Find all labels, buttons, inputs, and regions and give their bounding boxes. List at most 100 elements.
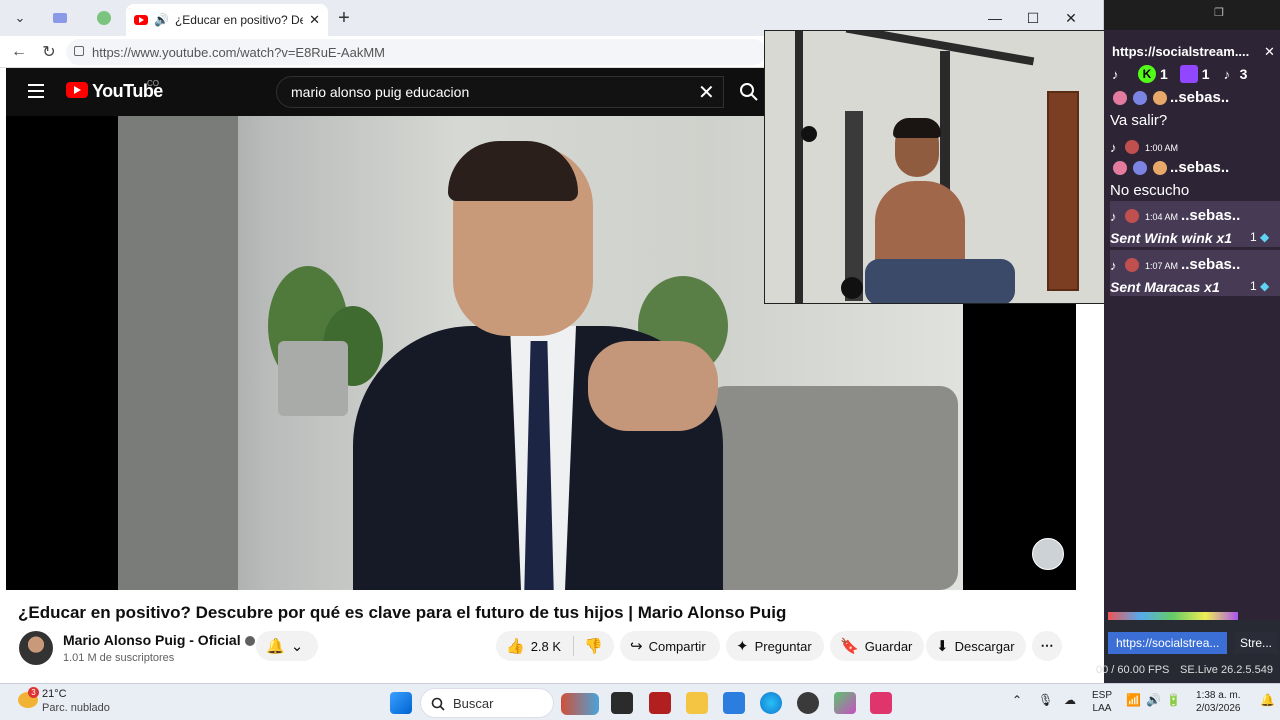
tiktok-icon: ♪ <box>1110 140 1117 156</box>
chevron-down-icon: ⌄ <box>290 637 304 655</box>
kick-count: 1 <box>1160 66 1168 82</box>
weather-temp[interactable]: 21°C <box>42 688 67 700</box>
weather-desc[interactable]: Parc. nublado <box>42 702 110 714</box>
like-count[interactable]: 2.8 K <box>531 639 561 654</box>
language-indicator[interactable]: ESP LAA <box>1092 689 1112 715</box>
gym-pulley-2 <box>841 277 863 299</box>
lock-icon <box>74 46 84 56</box>
sparkle-icon: ✦ <box>736 637 749 655</box>
url-field[interactable]: https://www.youtube.com/watch?v=E8RuE-Aa… <box>66 39 766 65</box>
badge-icon-2 <box>1133 161 1147 176</box>
chat-user-row: ♪ 1:00 AM <box>1110 138 1181 155</box>
channel-watermark-avatar[interactable] <box>1032 538 1064 570</box>
maximize-icon[interactable]: ☐ <box>1014 4 1052 32</box>
fps-readout: 00 / 60.00 FPS <box>1096 664 1170 676</box>
divider <box>573 636 575 656</box>
chat-username: ..sebas.. <box>1181 207 1241 224</box>
channel-name-row[interactable]: Mario Alonso Puig - Oficial <box>63 632 255 648</box>
avatar <box>1125 258 1139 273</box>
menu-icon[interactable] <box>28 84 44 98</box>
tab-youtube-active[interactable]: 🔊 ¿Educar en positivo? Descubre por qué … <box>126 4 328 36</box>
obs-icon[interactable] <box>797 692 819 714</box>
minimize-icon[interactable]: — <box>976 4 1014 32</box>
battery-icon[interactable]: 🔋 <box>1166 694 1181 707</box>
reload-icon[interactable]: ↻ <box>36 40 62 64</box>
chat-time: 1:00 AM <box>1145 143 1179 153</box>
gift-count-value: 1 <box>1250 279 1257 293</box>
app-icon[interactable] <box>834 692 856 714</box>
task-view-icon[interactable] <box>611 692 633 714</box>
chat-username: ..sebas.. <box>1181 256 1241 273</box>
diamond-icon: ◆ <box>1260 279 1270 293</box>
overlay-restore-icon[interactable]: ❐ <box>1214 6 1224 19</box>
obs-tab-stream[interactable]: Stre... <box>1234 632 1279 654</box>
app-shield-icon[interactable] <box>649 692 671 714</box>
tiktok-app-icon[interactable] <box>870 692 892 714</box>
language-1: ESP <box>1092 690 1113 701</box>
gym-pulley <box>801 126 817 142</box>
new-tab-button[interactable]: + <box>330 6 358 30</box>
search-highlight-icon <box>561 693 599 715</box>
download-label: Descargar <box>954 638 1015 654</box>
platform-counts: ♪ K 1 1 ♪ 3 <box>1112 65 1247 83</box>
gym-pole <box>795 31 803 303</box>
save-button[interactable]: 🔖 Guardar <box>830 631 924 661</box>
twitch-count: 1 <box>1201 66 1210 82</box>
clear-search-icon[interactable]: ✕ <box>698 80 715 105</box>
language-2: LAA <box>1092 703 1112 714</box>
like-dislike-group: 👍 2.8 K 👎 <box>496 631 614 661</box>
search-input[interactable]: mario alonso puig educacion <box>276 76 724 108</box>
microphone-icon[interactable]: 🎙 <box>1038 694 1053 707</box>
tab-list-chevron-icon[interactable]: ⌄ <box>6 6 34 30</box>
chat-username: ..sebas.. <box>1170 89 1230 106</box>
tray-chevron-icon[interactable]: ⌃ <box>1012 694 1022 707</box>
more-icon: ⋯ <box>1040 638 1054 653</box>
avatar <box>1125 209 1139 224</box>
tab-money-icon[interactable] <box>90 6 118 30</box>
obs-tab-socialstream[interactable]: https://socialstrea... <box>1108 632 1228 654</box>
ask-button[interactable]: ✦ Preguntar <box>726 631 824 661</box>
speaker-icon[interactable]: 🔊 <box>154 13 169 27</box>
gift-count-value: 1 <box>1250 230 1257 244</box>
download-button[interactable]: ⬇ Descargar <box>926 631 1026 661</box>
back-arrow-icon[interactable]: ← <box>6 40 32 64</box>
channel-avatar[interactable] <box>19 631 53 665</box>
clock[interactable]: 1:38 a. m. 2/03/2026 <box>1196 689 1241 715</box>
like-icon[interactable]: 👍 <box>506 639 525 654</box>
overlay-close-icon[interactable]: ✕ <box>1264 44 1275 60</box>
more-actions-button[interactable]: ⋯ <box>1032 631 1062 661</box>
start-icon[interactable] <box>390 692 412 714</box>
youtube-logo-icon[interactable] <box>66 82 88 98</box>
obs-toolbar-icons[interactable] <box>1108 612 1238 620</box>
taskbar-search[interactable]: Buscar <box>420 688 599 718</box>
chat-user-row: ..sebas.. <box>1110 159 1229 176</box>
close-window-icon[interactable]: ✕ <box>1052 4 1090 32</box>
dislike-icon[interactable]: 👎 <box>584 639 603 654</box>
chat-user-row: ♪ 1:04 AM ..sebas.. <box>1110 207 1240 224</box>
notifications-button[interactable]: 🔔 ⌄ <box>256 631 318 661</box>
video-speaker-hair <box>448 141 578 201</box>
notification-bell-icon[interactable]: 🔔 <box>1260 694 1275 707</box>
store-icon[interactable] <box>723 692 745 714</box>
tab-close-icon[interactable]: ✕ <box>309 12 320 28</box>
cloud-icon[interactable]: ☁ <box>1064 694 1076 707</box>
edge-icon[interactable] <box>760 692 782 714</box>
share-icon: ↪ <box>630 637 643 655</box>
video-pot <box>278 341 348 416</box>
tiktok-icon: ♪ <box>1112 67 1119 82</box>
gift-count: 1 ◆ <box>1250 230 1269 244</box>
twitch-icon <box>1179 65 1198 83</box>
cam-door <box>1047 91 1079 291</box>
tab-camera-icon[interactable] <box>46 6 74 30</box>
share-label: Compartir <box>648 638 706 654</box>
gift-message: Sent Wink wink x1 <box>1110 230 1233 246</box>
chat-user-row: ♪ 1:07 AM ..sebas.. <box>1110 256 1240 273</box>
file-explorer-icon[interactable] <box>686 692 708 714</box>
weather-badge: 3 <box>28 687 39 698</box>
wifi-icon[interactable]: 📶 <box>1126 694 1141 707</box>
cam-person-legs <box>865 259 1015 303</box>
search-button[interactable] <box>732 76 766 108</box>
channel-name[interactable]: Mario Alonso Puig - Oficial <box>63 632 241 648</box>
volume-icon[interactable]: 🔊 <box>1146 694 1161 707</box>
share-button[interactable]: ↪ Compartir <box>620 631 720 661</box>
